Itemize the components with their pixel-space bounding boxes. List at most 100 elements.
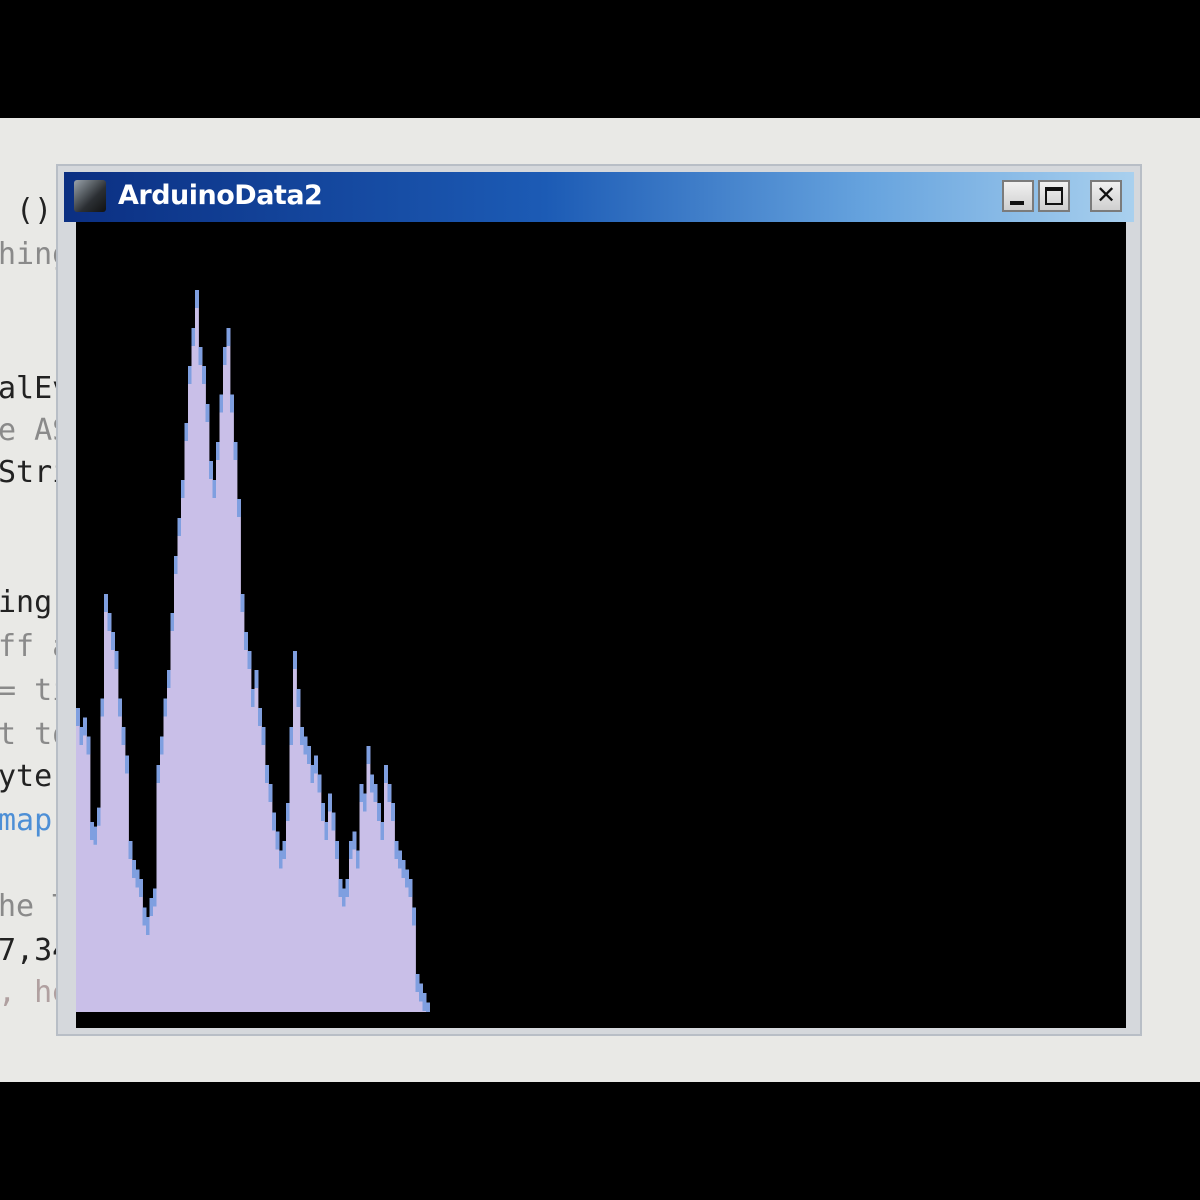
waveform-sample-bar — [111, 632, 115, 1012]
waveform-sample-edge — [317, 774, 322, 793]
waveform-sample-bar — [338, 879, 343, 1012]
waveform-sample-edge — [226, 328, 231, 346]
waveform-sample-bar — [324, 822, 329, 1012]
waveform-sample-bar — [345, 879, 350, 1012]
waveform-sample-bar — [121, 727, 126, 1012]
waveform-sample-edge — [97, 807, 101, 826]
waveform-sample-bar — [202, 366, 206, 1012]
waveform-sample-edge — [114, 651, 119, 669]
waveform-sample-bar — [139, 879, 143, 1012]
waveform-sample-bar — [359, 784, 364, 1012]
waveform-sample-bar — [181, 480, 185, 1012]
waveform-sample-edge — [405, 869, 409, 888]
waveform-sample-edge — [314, 755, 318, 774]
waveform-sample-edge — [300, 727, 304, 745]
waveform-sample-bar — [300, 727, 304, 1012]
waveform-sample-edge — [419, 983, 423, 1002]
waveform-sample-bar — [261, 727, 266, 1012]
waveform-sample-bar — [97, 807, 101, 1012]
waveform-sample-bar — [296, 689, 301, 1012]
waveform-sample-bar — [128, 841, 133, 1012]
waveform-sample-edge — [90, 822, 94, 840]
waveform-sample-bar — [118, 698, 122, 1012]
waveform-sample-bar — [408, 879, 413, 1012]
editor-code-line: yte — [0, 759, 53, 794]
waveform-sample-edge — [324, 822, 329, 840]
waveform-sample-bar — [289, 727, 294, 1012]
waveform-sample-bar — [125, 755, 129, 1012]
waveform-sample-bar — [352, 831, 357, 1012]
waveform-sample-edge — [181, 480, 185, 498]
waveform-sample-bar — [373, 784, 378, 1012]
waveform-sample-edge — [247, 651, 252, 669]
waveform-sample-edge — [86, 736, 91, 755]
waveform-sample-edge — [415, 974, 420, 992]
window-title: ArduinoData2 — [118, 180, 323, 211]
waveform-sample-edge — [380, 822, 385, 840]
waveform-sample-bar — [240, 594, 245, 1012]
waveform-sample-edge — [307, 746, 311, 764]
maximize-icon — [1045, 187, 1063, 205]
waveform-sample-bar — [188, 366, 192, 1012]
waveform-sample-edge — [107, 613, 112, 631]
waveform-sample-bar — [135, 869, 140, 1012]
waveform-sample-edge — [258, 708, 262, 726]
waveform-sample-bar — [317, 774, 322, 1012]
waveform-sample-edge — [275, 831, 280, 850]
waveform-sample-bar — [258, 708, 262, 1012]
waveform-sample-edge — [373, 784, 378, 802]
waveform-sample-edge — [338, 879, 343, 897]
minimize-icon — [1010, 201, 1024, 205]
waveform-sample-bar — [401, 860, 406, 1012]
waveform-sample-edge — [384, 765, 388, 783]
waveform-sample-edge — [125, 755, 129, 774]
waveform-sample-bar — [160, 736, 164, 1012]
editor-code-line: ing — [0, 585, 53, 620]
waveform-sample-edge — [398, 850, 402, 869]
waveform-sample-bar — [293, 651, 297, 1012]
waveform-sample-edge — [177, 518, 182, 536]
close-icon: ✕ — [1095, 181, 1117, 209]
waveform-sample-edge — [342, 888, 346, 907]
waveform-sample-bar — [279, 850, 283, 1012]
waveform-sample-bar — [163, 698, 168, 1012]
sketch-canvas — [76, 222, 1126, 1028]
waveform-sample-bar — [405, 869, 409, 1012]
waveform-sample-bar — [76, 708, 80, 1012]
waveform-sample-bar — [244, 632, 248, 1012]
waveform-sample-edge — [352, 831, 357, 850]
waveform-sample-bar — [254, 670, 259, 1012]
waveform-sample-bar — [398, 850, 402, 1012]
waveform-sample-edge — [104, 594, 108, 612]
maximize-button[interactable] — [1038, 180, 1070, 212]
waveform-sample-bar — [247, 651, 252, 1012]
waveform-sample-bar — [370, 774, 374, 1012]
waveform-sample-edge — [345, 879, 350, 897]
window-titlebar[interactable]: ArduinoData2 ✕ — [64, 172, 1134, 222]
waveform-sample-edge — [370, 774, 374, 793]
waveform-sample-edge — [286, 803, 290, 821]
minimize-button[interactable] — [1002, 180, 1034, 212]
waveform-sample-bar — [328, 793, 332, 1012]
waveform-sample-edge — [132, 860, 136, 878]
waveform-sample-edge — [366, 746, 371, 764]
waveform-sample-bar — [104, 594, 108, 1012]
processing-app-icon — [74, 180, 106, 212]
waveform-sample-edge — [401, 860, 406, 878]
close-button[interactable]: ✕ — [1090, 180, 1122, 212]
waveform-sample-edge — [198, 347, 203, 365]
waveform-sample-bar — [132, 860, 136, 1012]
waveform-sample-bar — [216, 442, 220, 1012]
waveform-sample-edge — [170, 613, 175, 631]
waveform-sample-bar — [170, 613, 175, 1012]
waveform-sample-edge — [426, 1002, 430, 1012]
waveform-sample-edge — [391, 803, 395, 821]
waveform-sample-edge — [296, 689, 301, 707]
waveform-sample-bar — [100, 698, 105, 1012]
waveform-sample-bar — [191, 328, 196, 1012]
waveform-sample-bar — [335, 841, 339, 1012]
waveform-sample-bar — [356, 850, 360, 1012]
waveform-sample-edge — [230, 394, 234, 413]
waveform-sample-edge — [79, 727, 84, 745]
app-window: ArduinoData2 ✕ — [56, 164, 1142, 1036]
